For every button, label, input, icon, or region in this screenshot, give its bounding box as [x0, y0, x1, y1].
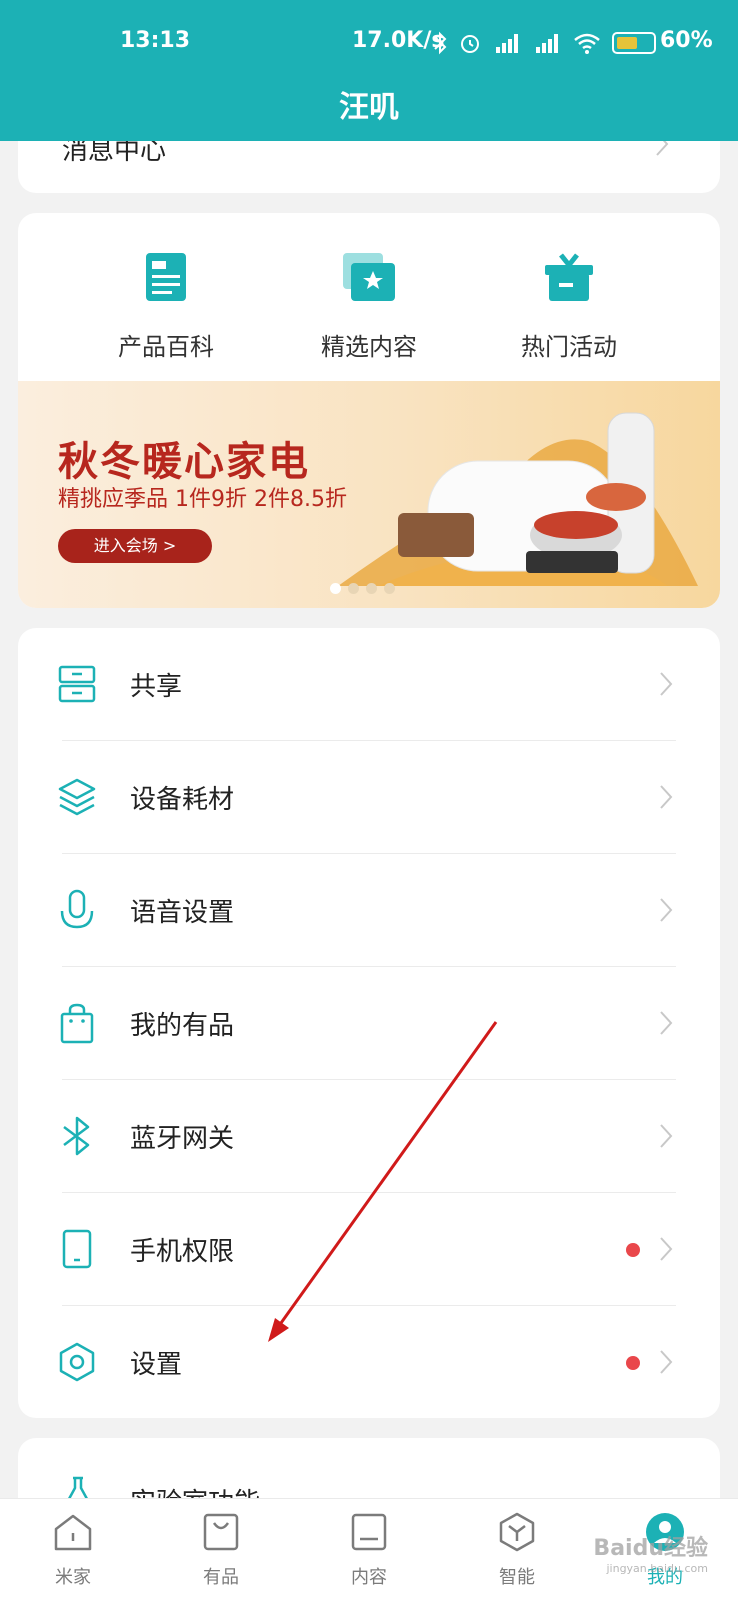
- menu-item-bluetooth-gateway[interactable]: 蓝牙网关: [18, 1080, 720, 1193]
- gift-icon: [545, 253, 593, 301]
- menu-item-label: 设备耗材: [130, 785, 235, 815]
- menu-item-label: 手机权限: [130, 1237, 235, 1267]
- battery-icon: [612, 32, 656, 54]
- content-icon: [351, 1513, 387, 1551]
- chevron-right-icon: [660, 1237, 673, 1261]
- pagination-dot[interactable]: [348, 583, 359, 594]
- signal-icon: [496, 34, 518, 53]
- status-battery: 60%: [660, 28, 713, 53]
- shortcut-row: 产品百科 精选内容 热门活动: [18, 213, 720, 381]
- banner-appliances-illustration: [338, 412, 698, 586]
- shortcut-label: 热门活动: [521, 333, 617, 361]
- shopping-bag-icon: [60, 1003, 94, 1044]
- shortcut-featured[interactable]: 精选内容: [289, 249, 449, 362]
- encyclopedia-icon: [146, 253, 186, 301]
- pagination-dot[interactable]: [384, 583, 395, 594]
- banner-enter-button[interactable]: 进入会场 >: [58, 529, 212, 563]
- pagination-dot[interactable]: [366, 583, 377, 594]
- menu-item-label: 语音设置: [130, 898, 235, 928]
- chevron-right-icon: [660, 898, 673, 922]
- status-icons: [432, 28, 656, 58]
- tab-content[interactable]: 内容: [324, 1511, 414, 1589]
- menu-item-label: 我的有品: [130, 1011, 235, 1041]
- watermark-text: Baidu经验: [593, 1536, 708, 1561]
- shortcut-encyclopedia[interactable]: 产品百科: [86, 249, 246, 362]
- shortcut-label: 产品百科: [118, 333, 214, 361]
- banner-subtitle: 精挑应季品 1件9折 2件8.5折: [58, 487, 347, 512]
- tab-smart[interactable]: 智能: [472, 1511, 562, 1589]
- banner-title: 秋冬暖心家电: [58, 439, 310, 485]
- chevron-right-icon: [660, 672, 673, 696]
- tab-label: 内容: [351, 1567, 387, 1588]
- menu-item-label: 蓝牙网关: [130, 1124, 235, 1154]
- chevron-right-icon: [660, 1124, 673, 1148]
- watermark-sub: jingyan.baidu.com: [606, 1562, 708, 1575]
- bluetooth-icon: [63, 1116, 90, 1156]
- notification-badge: [626, 1243, 640, 1257]
- menu-item-settings[interactable]: 设置: [18, 1306, 720, 1418]
- bluetooth-status-icon: [434, 31, 447, 55]
- promo-banner[interactable]: 秋冬暖心家电 精挑应季品 1件9折 2件8.5折 进入会场 >: [18, 381, 720, 608]
- menu-item-consumables[interactable]: 设备耗材: [18, 741, 720, 854]
- tab-label: 有品: [203, 1567, 239, 1588]
- menu-item-voice[interactable]: 语音设置: [18, 854, 720, 967]
- app-header: 13:13 17.0K/s 60% 汪叽: [0, 0, 738, 141]
- layers-icon: [58, 778, 96, 816]
- featured-star-icon: [343, 253, 395, 301]
- microphone-icon: [60, 889, 94, 929]
- menu-item-label: 设置: [130, 1350, 183, 1380]
- share-icon: [58, 665, 96, 703]
- menu-item-label: 共享: [130, 672, 183, 702]
- chevron-right-icon: [660, 1011, 673, 1035]
- chevron-right-icon: [660, 785, 673, 809]
- status-time: 13:13: [120, 28, 191, 53]
- menu-item-youpin[interactable]: 我的有品: [18, 967, 720, 1080]
- tab-youpin[interactable]: 有品: [176, 1511, 266, 1589]
- alarm-icon: [461, 35, 479, 53]
- menu-item-share[interactable]: 共享: [18, 628, 720, 741]
- pagination-dot[interactable]: [330, 583, 341, 594]
- tab-mijia[interactable]: 米家: [28, 1511, 118, 1589]
- status-net-speed: 17.0K/s: [352, 28, 445, 53]
- signal-icon-2: [536, 34, 558, 53]
- page-title: 汪叽: [339, 90, 399, 125]
- shortcut-activities[interactable]: 热门活动: [489, 249, 649, 362]
- status-bar: 13:13 17.0K/s 60%: [0, 28, 738, 60]
- gear-icon: [59, 1342, 95, 1382]
- smart-cube-icon: [499, 1512, 535, 1552]
- wifi-icon: [574, 33, 600, 54]
- banner-pagination: [330, 583, 395, 594]
- notification-badge: [626, 1356, 640, 1370]
- tab-label: 米家: [55, 1567, 91, 1588]
- watermark-logo: Baidu经验 jingyan.baidu.com: [593, 1530, 708, 1575]
- menu-item-phone-permissions[interactable]: 手机权限: [18, 1193, 720, 1306]
- chevron-right-icon: [660, 1350, 673, 1374]
- tab-label: 智能: [499, 1567, 535, 1588]
- home-icon: [54, 1514, 92, 1551]
- shortcut-label: 精选内容: [321, 333, 417, 361]
- phone-icon: [62, 1229, 92, 1269]
- settings-menu-card: 共享 设备耗材 语音设置 我的有品 蓝牙网关 手机权限 设置: [18, 628, 720, 1418]
- discover-card: 产品百科 精选内容 热门活动 秋冬暖心家电 精挑应季品 1件9折 2件8.5折 …: [18, 213, 720, 608]
- bag-icon: [203, 1513, 239, 1551]
